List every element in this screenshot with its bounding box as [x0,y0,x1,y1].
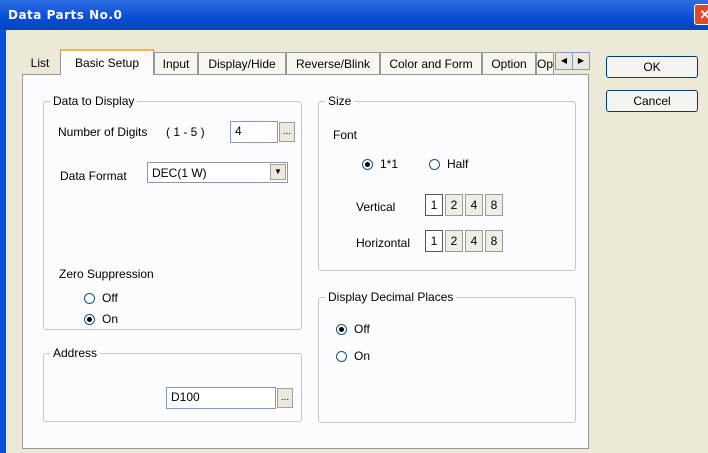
seg-label: 8 [490,198,498,212]
ellipsis-icon: ... [282,126,292,137]
data-format-select[interactable]: DEC(1 W) ▼ [147,162,288,183]
radio-label: 1*1 [380,157,399,171]
decimal-off-radio[interactable]: Off [336,322,370,336]
tab-display-hide[interactable]: Display/Hide [198,52,286,74]
decimal-on-radio[interactable]: On [336,349,370,363]
size-group: Size Font 1*1 Half Vertical 1 2 4 8 Hori… [318,94,576,271]
data-format-value: DEC(1 W) [152,166,207,180]
vertical-x4-button[interactable]: 4 [465,194,483,216]
chevron-down-icon[interactable]: ▼ [270,164,286,180]
zero-suppression-off-radio[interactable]: Off [84,291,118,305]
ellipsis-icon: ... [280,392,290,403]
ok-button[interactable]: OK [606,56,698,78]
radio-label: On [102,312,119,326]
tab-input[interactable]: Input [154,52,198,74]
close-icon: ✕ [699,7,708,22]
digits-label: Number of Digits [58,125,148,139]
horizontal-x8-button[interactable]: 8 [485,230,503,252]
tab-label: Display/Hide [208,57,276,71]
radio-label: Off [354,322,370,336]
group-title-address: Address [50,346,101,360]
tab-label: Input [162,57,190,71]
ok-label: OK [643,60,661,74]
tab-list[interactable]: List [20,52,60,74]
digits-range: ( 1 - 5 ) [166,125,205,139]
horizontal-x2-button[interactable]: 2 [445,230,463,252]
font-1x1-radio[interactable]: 1*1 [362,157,398,171]
vertical-x2-button[interactable]: 2 [445,194,463,216]
cancel-button[interactable]: Cancel [606,90,698,112]
vertical-label: Vertical [356,200,396,214]
window-title: Data Parts No.0 [8,8,123,22]
digits-field[interactable]: 4 [230,121,278,143]
radio-label: On [354,349,371,363]
digits-value: 4 [235,124,242,138]
radio-checked-icon [336,323,347,335]
seg-label: 2 [450,234,458,248]
window-frame-left [0,30,6,453]
radio-checked-icon [84,313,95,325]
chevron-right-icon: ▶ [577,56,585,65]
tab-label: Op [537,57,554,71]
title-bar: Data Parts No.0 ✕ [0,0,708,30]
seg-label: 4 [470,198,478,212]
vertical-x1-button[interactable]: 1 [425,194,443,216]
tab-scroll-left[interactable]: ◀ [555,52,573,70]
address-browse-button[interactable]: ... [277,388,293,408]
horizontal-size-selector: 1 2 4 8 [425,230,505,252]
radio-icon [84,292,95,304]
tab-overflow[interactable]: Op [536,52,554,74]
zero-suppression-on-radio[interactable]: On [84,312,118,326]
tab-label: Option [491,57,527,71]
close-button[interactable]: ✕ [694,4,708,25]
zero-suppression-label: Zero Suppression [59,267,154,281]
basic-setup-panel: Data to Display Number of Digits ( 1 - 5… [22,74,589,449]
horizontal-label: Horizontal [356,236,411,250]
data-format-label: Data Format [60,169,127,183]
radio-icon [429,158,440,170]
radio-label: Half [447,157,469,171]
radio-label: Off [102,291,118,305]
tab-color-and-form[interactable]: Color and Form [380,52,482,74]
tab-label: List [30,56,50,70]
group-title-size: Size [325,94,355,108]
tab-reverse-blink[interactable]: Reverse/Blink [286,52,380,74]
seg-label: 8 [490,234,498,248]
address-field[interactable]: D100 [166,387,276,409]
vertical-size-selector: 1 2 4 8 [425,194,505,216]
tab-scroll-right[interactable]: ▶ [572,52,590,70]
seg-label: 2 [450,198,458,212]
digits-browse-button[interactable]: ... [279,122,295,142]
tab-label: Color and Form [389,57,473,71]
chevron-left-icon: ◀ [560,56,568,65]
horizontal-x4-button[interactable]: 4 [465,230,483,252]
tab-label: Reverse/Blink [295,57,371,71]
vertical-x8-button[interactable]: 8 [485,194,503,216]
data-to-display-group: Data to Display Number of Digits ( 1 - 5… [43,94,302,330]
tab-basic-setup[interactable]: Basic Setup [60,49,154,75]
seg-label: 1 [430,198,438,212]
tab-option[interactable]: Option [482,52,536,74]
tab-label: Basic Setup [74,56,140,70]
address-group: Address D100 ... [43,346,302,422]
seg-label: 1 [430,234,438,248]
address-value: D100 [171,390,200,404]
cancel-label: Cancel [633,94,671,108]
seg-label: 4 [470,234,478,248]
font-half-radio[interactable]: Half [429,157,468,171]
group-title-data-to-display: Data to Display [50,94,138,108]
horizontal-x1-button[interactable]: 1 [425,230,443,252]
radio-icon [336,350,347,362]
decimal-places-group: Display Decimal Places Off On [318,290,576,423]
group-title-decimal-places: Display Decimal Places [325,290,457,304]
font-label: Font [333,128,358,142]
radio-checked-icon [362,158,373,170]
